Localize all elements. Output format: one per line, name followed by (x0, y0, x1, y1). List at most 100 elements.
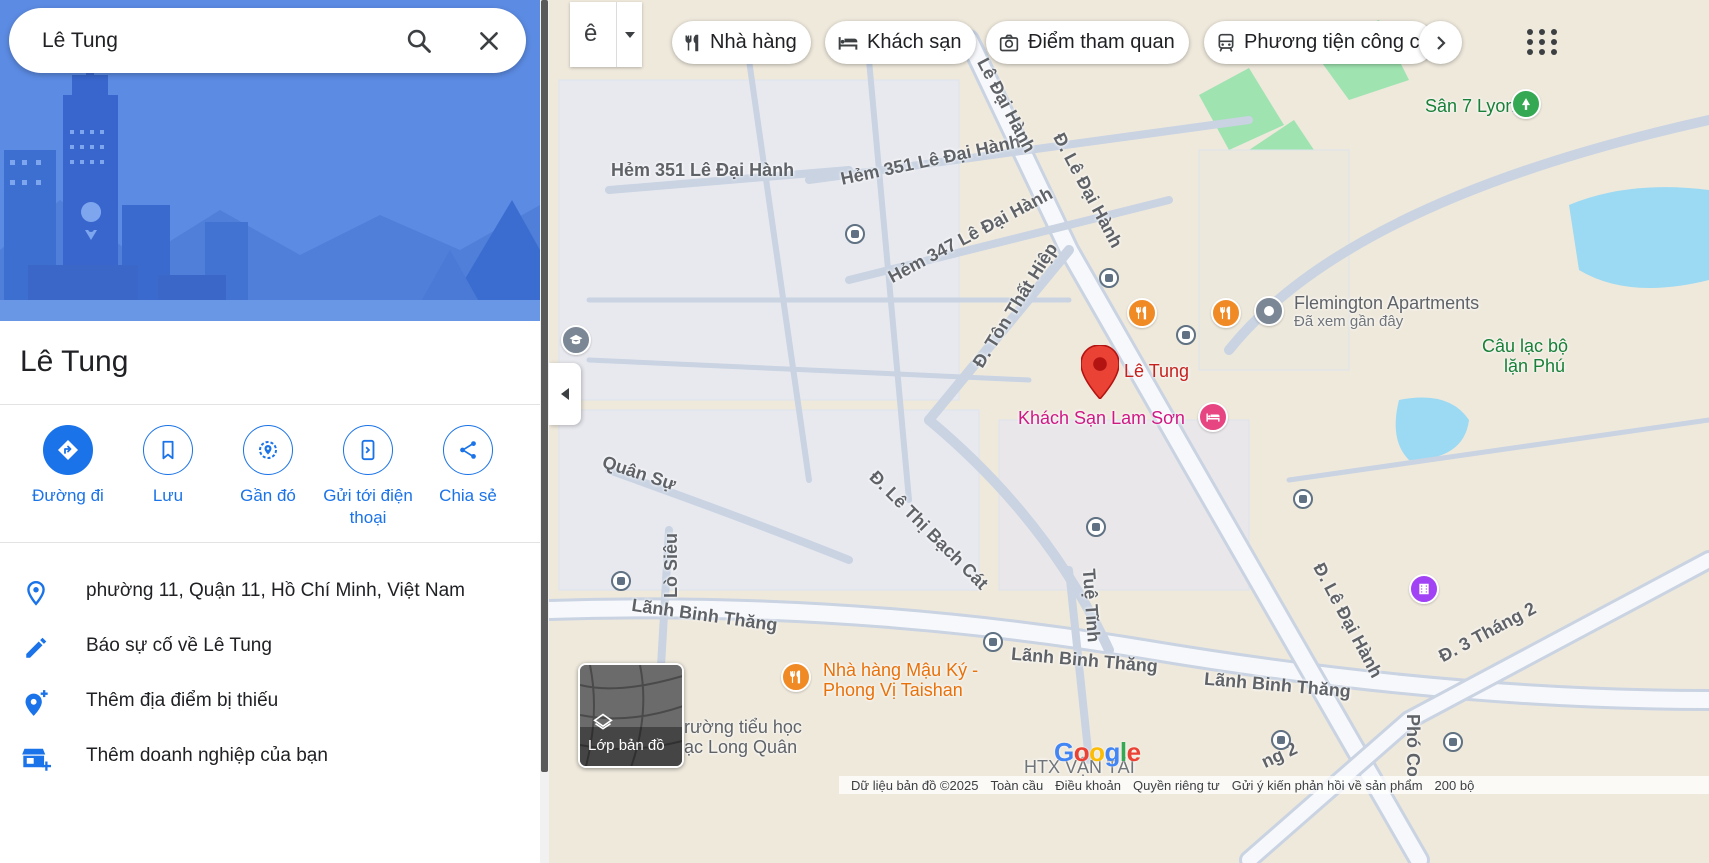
park-label[interactable]: Sân 7 Lyon (1425, 96, 1515, 117)
share-icon (443, 425, 493, 475)
directions-label: Đường đi (32, 486, 104, 505)
chip-label: Phương tiện công c (1244, 31, 1420, 53)
directions-button[interactable]: Đường đi (13, 425, 123, 507)
chip-attractions[interactable]: Điểm tham quan (986, 21, 1189, 64)
search-icon[interactable] (403, 25, 435, 57)
caret-down-icon[interactable] (616, 2, 642, 67)
chip-hotels[interactable]: Khách sạn (825, 21, 976, 64)
add-business-row[interactable]: Thêm doanh nghiệp của bạn (0, 730, 540, 780)
report-text: Báo sự cố về Lê Tung (86, 635, 272, 656)
divider (0, 542, 540, 543)
park-icon[interactable] (1511, 89, 1541, 119)
chevron-right-icon (1436, 35, 1446, 50)
restaurant-icon (685, 34, 699, 51)
chip-scroll-right-button[interactable] (1419, 21, 1462, 64)
bus-stop-icon[interactable] (1271, 730, 1291, 750)
nearby-label: Gần đó (240, 486, 296, 505)
cinema-icon[interactable] (1409, 574, 1439, 604)
bus-stop-icon[interactable] (1443, 732, 1463, 752)
pin-label[interactable]: Lê Tung (1124, 361, 1189, 382)
bus-stop-icon[interactable] (845, 224, 865, 244)
chip-label: Điểm tham quan (1028, 31, 1175, 53)
global-link[interactable]: Toàn cầu (990, 778, 1043, 793)
hotel-icon (838, 36, 858, 50)
map-data-credit: Dữ liệu bản đồ ©2025 (851, 777, 979, 793)
action-bar: Đường đi Lưu Gần đó Gửi tới điện thoại C… (0, 425, 540, 535)
collapse-panel-button[interactable] (549, 363, 581, 425)
bus-stop-icon[interactable] (611, 571, 631, 591)
add-business-text: Thêm doanh nghiệp của bạn (86, 745, 328, 766)
scrollbar-thumb[interactable] (541, 0, 548, 772)
feedback-link[interactable]: Gửi ý kiến phản hồi về sản phẩm (1232, 778, 1423, 793)
search-box[interactable]: Lê Tung (9, 8, 526, 73)
google-logo: Google (1054, 737, 1141, 767)
scale-label[interactable]: 200 bộ (1435, 778, 1475, 793)
poi-label-flemington[interactable]: Flemington Apartments (1294, 293, 1479, 314)
poi-label-restaurant: Phong Vị Taishan (823, 680, 963, 700)
map-street-label: Phó Co (1403, 714, 1423, 777)
bus-stop-icon[interactable] (1176, 325, 1196, 345)
location-pin-icon (20, 577, 52, 609)
divider (0, 404, 540, 405)
camera-icon (999, 34, 1019, 51)
nearby-icon (243, 425, 293, 475)
bookmark-icon (143, 425, 193, 475)
poi-label-club: lặn Phú (1504, 356, 1566, 376)
send-to-phone-button[interactable]: Gửi tới điện thoại (313, 425, 423, 529)
chip-label: Nhà hàng (710, 31, 797, 53)
send-to-phone-icon (343, 425, 393, 475)
poi-label-hotel[interactable]: Khách Sạn Lam Sơn (1018, 408, 1185, 429)
hotel-icon[interactable] (1198, 402, 1228, 432)
poi-label-restaurant[interactable]: Nhà hàng Mậu Ký - (823, 660, 978, 681)
apartment-pin-icon[interactable] (1254, 296, 1284, 326)
add-location-icon (20, 687, 52, 719)
poi-label-school: ạc Long Quân (684, 737, 798, 757)
map-footer: Dữ liệu bản đồ ©2025 Toàn cầu Điều khoản… (839, 776, 1709, 794)
map-street-label: Hẻm 351 Lê Đại Hành (611, 160, 795, 180)
poi-label-club[interactable]: Câu lạc bộ (1482, 336, 1568, 357)
bus-stop-icon[interactable] (1293, 489, 1313, 509)
panel-scrollbar[interactable] (540, 0, 549, 863)
poi-label-school[interactable]: rường tiểu học (684, 717, 802, 738)
chip-transit[interactable]: Phương tiện công c (1204, 21, 1434, 64)
bus-stop-icon[interactable] (1099, 268, 1119, 288)
apps-grid-icon[interactable] (1523, 22, 1563, 62)
send-to-phone-label: Gửi tới điện thoại (323, 486, 413, 527)
close-icon[interactable] (473, 25, 505, 57)
map-street-label: Lò Siêu (661, 532, 682, 599)
place-panel: Lê Tung Lê Tung Đường đi Lưu Gần đó Gửi … (0, 0, 540, 863)
transit-icon (1218, 33, 1234, 52)
nearby-button[interactable]: Gần đó (213, 425, 323, 507)
restaurant-icon[interactable] (1211, 298, 1241, 328)
add-business-icon (20, 742, 52, 774)
red-pin-icon[interactable] (1081, 345, 1119, 399)
layers-label: Lớp bản đồ (588, 737, 665, 754)
address-row[interactable]: phường 11, Quận 11, Hồ Chí Minh, Việt Na… (0, 565, 540, 615)
restaurant-icon[interactable] (781, 662, 811, 692)
map-canvas[interactable]: Hẻm 351 Lê Đại Hành Hẻm 351 Lê Đại Hành … (549, 0, 1709, 863)
save-button[interactable]: Lưu (113, 425, 223, 507)
save-label: Lưu (152, 486, 184, 505)
terms-link[interactable]: Điều khoản (1055, 778, 1121, 793)
poi-sublabel: Đã xem gần đây (1294, 313, 1404, 330)
add-place-row[interactable]: Thêm địa điểm bị thiếu (0, 675, 540, 725)
restaurant-icon[interactable] (1127, 298, 1157, 328)
search-input[interactable]: Lê Tung (42, 29, 118, 53)
share-label: Chia sẻ (439, 486, 497, 505)
bus-stop-icon[interactable] (1086, 517, 1106, 537)
place-title: Lê Tung (20, 345, 129, 378)
input-method-control[interactable]: ê (570, 2, 642, 67)
layers-button[interactable]: Lớp bản đồ (578, 663, 684, 768)
report-row[interactable]: Báo sự cố về Lê Tung (0, 620, 540, 670)
address-text: phường 11, Quận 11, Hồ Chí Minh, Việt Na… (86, 580, 465, 601)
directions-icon (43, 425, 93, 475)
chip-restaurants[interactable]: Nhà hàng (672, 21, 811, 64)
ime-label[interactable]: ê (584, 20, 597, 48)
bus-stop-icon[interactable] (983, 632, 1003, 652)
add-place-text: Thêm địa điểm bị thiếu (86, 690, 279, 711)
share-button[interactable]: Chia sẻ (413, 425, 523, 507)
privacy-link[interactable]: Quyền riêng tư (1133, 778, 1220, 793)
caret-left-icon (561, 388, 569, 400)
chip-label: Khách sạn (867, 31, 962, 53)
school-icon[interactable] (561, 325, 591, 355)
